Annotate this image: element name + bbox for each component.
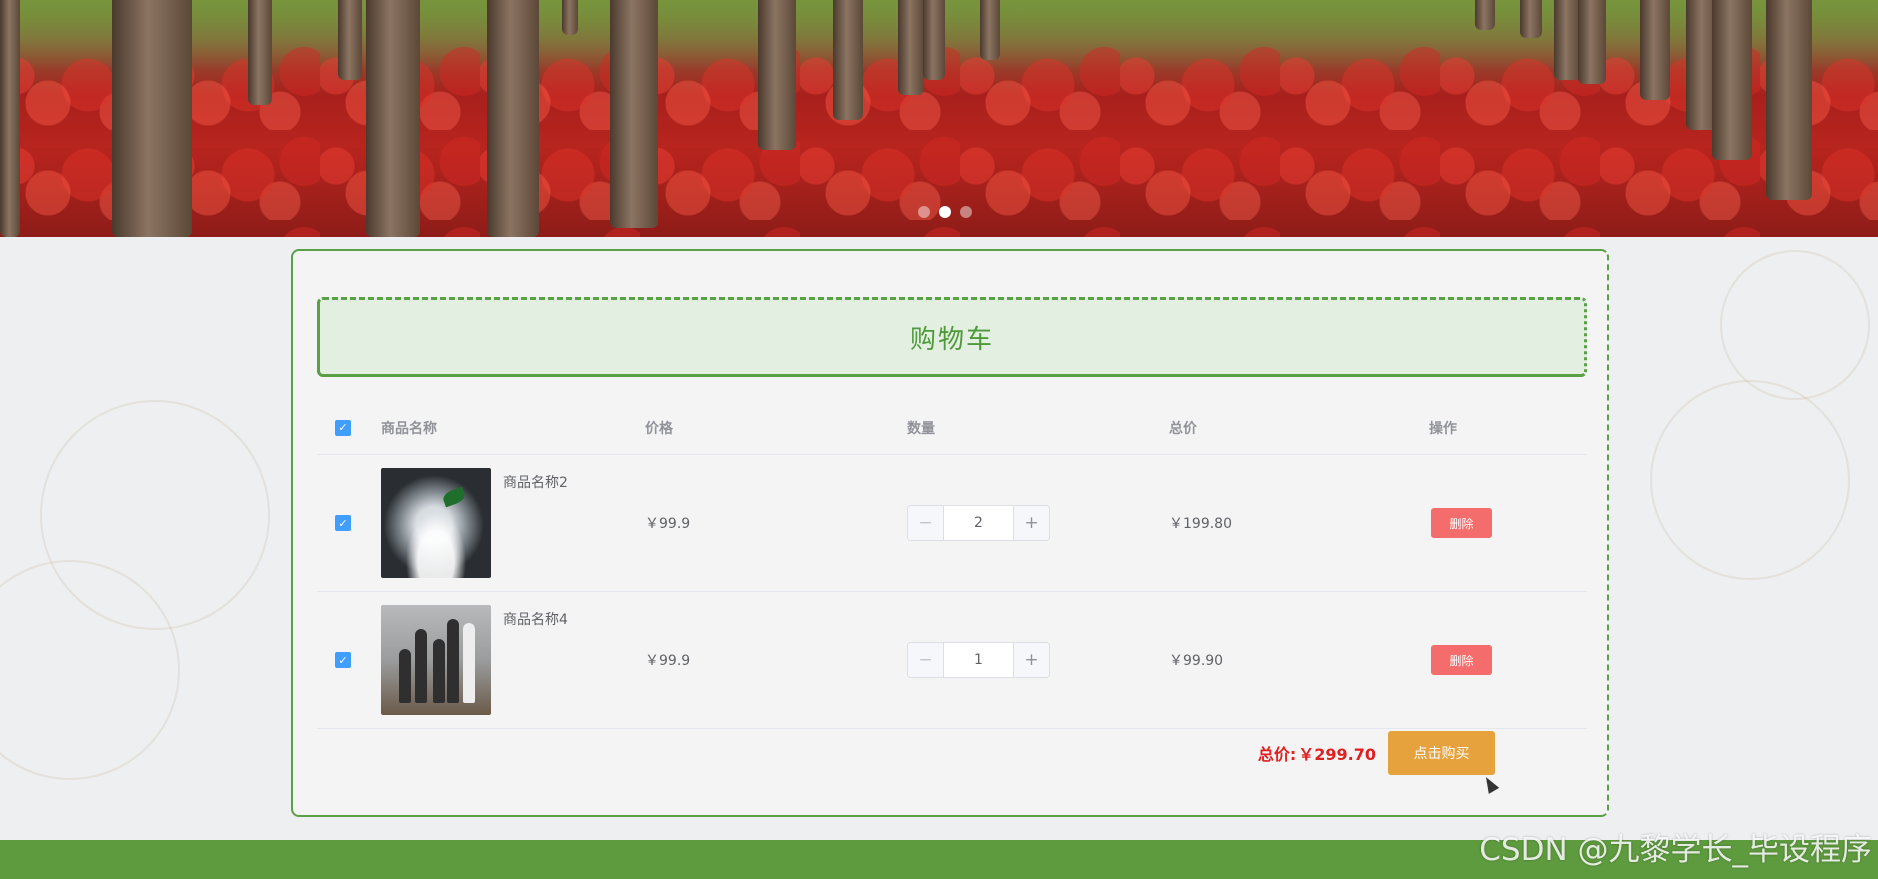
statue-figure — [463, 623, 475, 703]
action-cell: 删除 — [1429, 645, 1587, 675]
tree-trunk — [1475, 0, 1495, 30]
delete-button[interactable]: 删除 — [1431, 645, 1492, 675]
column-header-quantity: 数量 — [907, 420, 935, 437]
cart-footer: 总价: ￥299.70 点击购买 — [317, 730, 1587, 776]
quantity-stepper: − 1 + — [907, 642, 1050, 678]
column-header-price: 价格 — [645, 420, 673, 437]
tree-trunk — [1520, 0, 1542, 38]
tree-trunk — [833, 0, 863, 120]
table-row: ✓ 商品名称4 ￥99.9 − 1 + ￥99.90 删除 — [317, 592, 1587, 729]
quantity-stepper: − 2 + — [907, 505, 1050, 541]
tree-trunk — [248, 0, 272, 105]
select-all-checkbox[interactable]: ✓ — [335, 419, 351, 436]
product-price: ￥99.9 — [645, 653, 691, 669]
cart-header: 购物车 — [317, 297, 1587, 377]
row-subtotal: ￥199.80 — [1169, 516, 1232, 532]
watermark: CSDN @九黎学长_毕设程序 — [1479, 832, 1872, 868]
tree-trunk — [0, 0, 20, 237]
quantity-input[interactable]: 2 — [944, 506, 1013, 540]
product-info: 商品名称4 — [381, 605, 645, 715]
tree-trunk — [112, 0, 192, 237]
tree-trunk — [1640, 0, 1670, 100]
product-cell: 商品名称2 — [381, 468, 645, 578]
crystal-apple-image — [381, 468, 491, 578]
tree-trunk — [610, 0, 658, 228]
row-checkbox[interactable]: ✓ — [335, 652, 351, 668]
statue-figure — [447, 619, 459, 703]
shopping-cart-panel: 购物车 ✓ 商品名称 价格 数量 总价 操作 ✓ 商品名称2 ￥99.9 − 2… — [291, 249, 1609, 817]
table-header: ✓ 商品名称 价格 数量 总价 操作 — [317, 401, 1587, 455]
buy-button[interactable]: 点击购买 — [1388, 731, 1495, 775]
floral-decoration — [1720, 250, 1870, 400]
table-row: ✓ 商品名称2 ￥99.9 − 2 + ￥199.80 删除 — [317, 455, 1587, 592]
banner-carousel[interactable] — [0, 0, 1878, 237]
statue-figures-image — [381, 605, 491, 715]
total-value: ￥299.70 — [1298, 745, 1376, 764]
tree-trunk — [338, 0, 362, 80]
increase-button[interactable]: + — [1013, 506, 1049, 540]
product-name: 商品名称2 — [503, 475, 568, 491]
increase-button[interactable]: + — [1013, 643, 1049, 677]
statue-figure — [399, 649, 411, 703]
tree-trunk — [366, 0, 420, 237]
decrease-button[interactable]: − — [908, 506, 944, 540]
column-header-action: 操作 — [1429, 420, 1457, 437]
column-header-name: 商品名称 — [381, 420, 437, 437]
row-checkbox-cell: ✓ — [317, 515, 381, 531]
statue-figure — [433, 639, 445, 703]
tree-trunk — [980, 0, 1000, 60]
product-cell: 商品名称4 — [381, 605, 645, 715]
row-checkbox[interactable]: ✓ — [335, 515, 351, 531]
delete-button[interactable]: 删除 — [1431, 508, 1492, 538]
row-checkbox-cell: ✓ — [317, 652, 381, 668]
tree-trunk — [562, 0, 578, 35]
cart-title: 购物车 — [909, 324, 994, 355]
floral-decoration — [1650, 380, 1850, 580]
tree-trunk — [487, 0, 539, 237]
tree-trunk — [1554, 0, 1580, 80]
product-info: 商品名称2 — [381, 468, 645, 578]
decrease-button[interactable]: − — [908, 643, 944, 677]
quantity-cell: − 2 + — [907, 505, 1169, 541]
quantity-cell: − 1 + — [907, 642, 1169, 678]
tree-trunk — [1712, 0, 1752, 160]
carousel-indicators — [918, 206, 972, 218]
row-subtotal: ￥99.90 — [1169, 653, 1224, 669]
total-label: 总价: — [1257, 745, 1297, 764]
quantity-input[interactable]: 1 — [944, 643, 1013, 677]
header-checkbox-cell: ✓ — [317, 419, 381, 436]
action-cell: 删除 — [1429, 508, 1587, 538]
tree-trunk — [1578, 0, 1606, 84]
carousel-dot[interactable] — [960, 206, 972, 218]
cart-table: ✓ 商品名称 价格 数量 总价 操作 ✓ 商品名称2 ￥99.9 − 2 + ￥… — [317, 401, 1587, 729]
column-header-total: 总价 — [1169, 420, 1197, 437]
carousel-dot-active[interactable] — [939, 206, 951, 218]
carousel-dot[interactable] — [918, 206, 930, 218]
tree-trunk — [898, 0, 924, 95]
tree-trunk — [758, 0, 796, 150]
statue-figure — [415, 629, 427, 703]
tree-trunk — [923, 0, 945, 80]
tree-trunk — [1766, 0, 1812, 200]
product-price: ￥99.9 — [645, 516, 691, 532]
product-name: 商品名称4 — [503, 612, 568, 628]
